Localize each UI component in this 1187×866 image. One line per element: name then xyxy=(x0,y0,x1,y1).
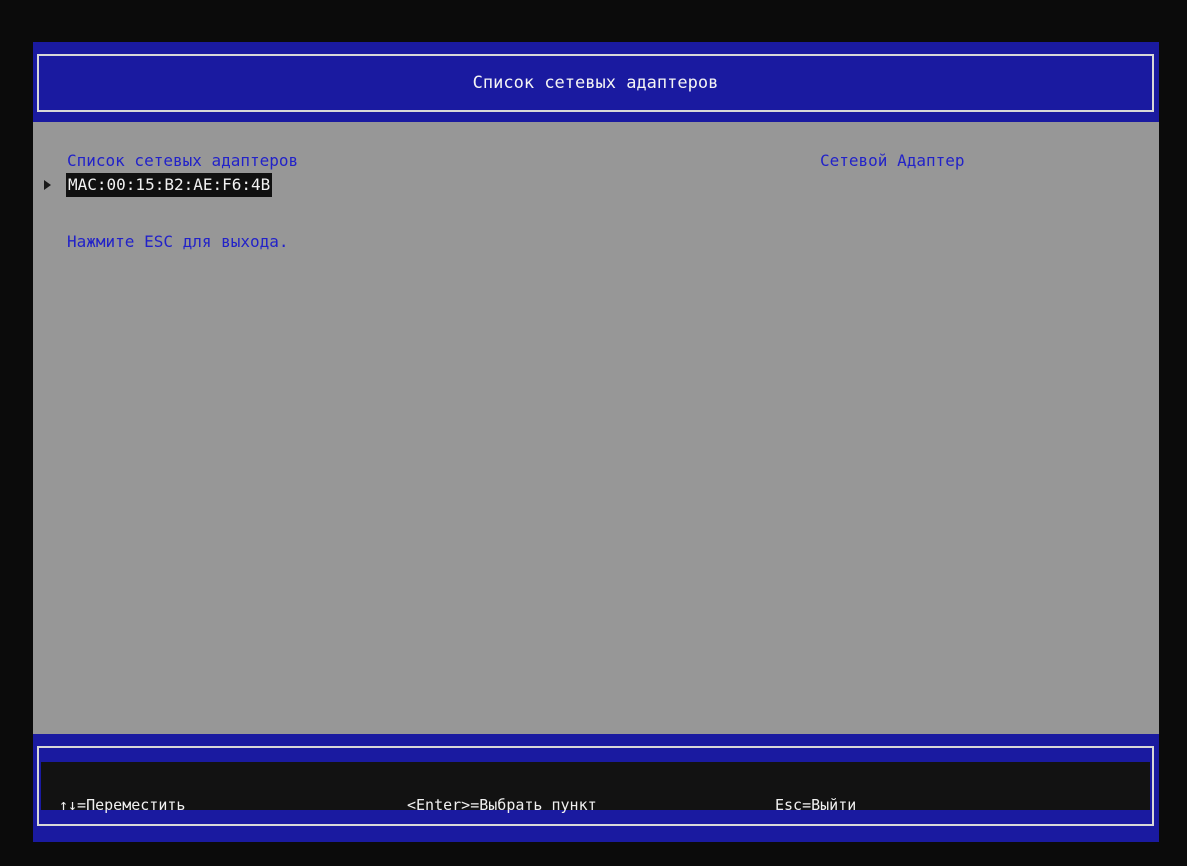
footer-frame: ↑↓=Переместить <Enter>=Выбрать пункт Esc… xyxy=(37,746,1154,826)
main-panel: Список сетевых адаптеров Сетевой Адаптер… xyxy=(33,122,1159,734)
bios-screen: Список сетевых адаптеров Список сетевых … xyxy=(33,42,1159,842)
move-hint: ↑↓=Переместить xyxy=(59,796,186,814)
help-panel-title: Сетевой Адаптер xyxy=(820,151,965,170)
header: Список сетевых адаптеров xyxy=(33,42,1159,122)
page-title: Список сетевых адаптеров xyxy=(472,73,719,93)
header-frame: Список сетевых адаптеров xyxy=(37,54,1154,112)
exit-key-hint: Esc=Выйти xyxy=(775,796,857,814)
adapter-list-title: Список сетевых адаптеров xyxy=(67,151,299,170)
exit-hint: Нажмите ESC для выхода. xyxy=(67,232,289,251)
selection-arrow-icon xyxy=(44,180,51,190)
adapter-item-mac[interactable]: MAC:00:15:B2:AE:F6:4B xyxy=(66,173,273,197)
select-hint: <Enter>=Выбрать пункт xyxy=(407,796,597,814)
footer: ↑↓=Переместить <Enter>=Выбрать пункт Esc… xyxy=(33,734,1159,842)
